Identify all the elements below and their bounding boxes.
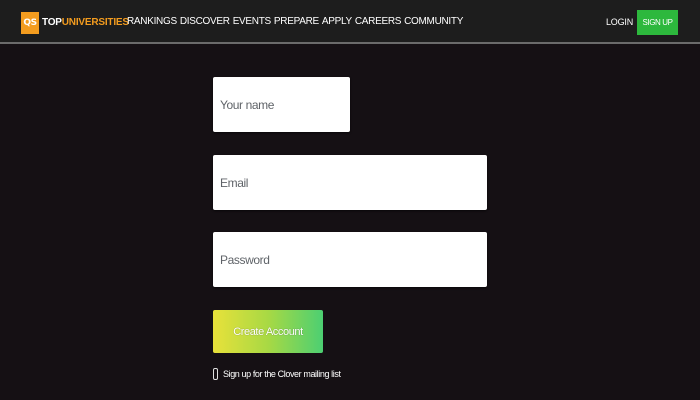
email-field[interactable]: Email [213,155,487,210]
logo-text-top: TOP [42,17,62,28]
name-placeholder: Your name [220,97,274,112]
main-nav: RANKINGS DISCOVER EVENTS PREPARE APPLY C… [127,15,463,29]
nav-item-events[interactable]: EVENTS [233,15,272,29]
email-placeholder: Email [220,175,249,190]
create-account-button[interactable]: Create Account [213,310,323,353]
signup-button[interactable]: SIGN UP [637,10,678,35]
nav-item-careers[interactable]: CAREERS [355,15,402,29]
top-navigation-bar: QS TOPUNIVERSITIES RANKINGS DISCOVER EVE… [0,0,700,44]
nav-item-prepare[interactable]: PREPARE [274,15,319,29]
mailing-list-option[interactable]: Sign up for the Clover mailing list [213,367,341,381]
name-field[interactable]: Your name [213,77,350,132]
logo-wordmark: TOPUNIVERSITIES [42,12,129,34]
nav-item-apply[interactable]: APPLY [322,15,352,29]
qs-badge-icon: QS [21,12,39,34]
nav-item-discover[interactable]: DISCOVER [180,15,230,29]
login-link[interactable]: LOGIN [606,15,633,29]
logo-text-universities: UNIVERSITIES [61,17,129,28]
mailing-list-label: Sign up for the Clover mailing list [223,369,341,379]
nav-item-community[interactable]: COMMUNITY [404,15,463,29]
mailing-list-checkbox[interactable] [213,368,218,380]
password-field[interactable]: Password [213,232,487,287]
topuniversities-logo[interactable]: QS TOPUNIVERSITIES [21,12,129,34]
password-placeholder: Password [220,252,270,267]
nav-item-rankings[interactable]: RANKINGS [127,15,177,29]
